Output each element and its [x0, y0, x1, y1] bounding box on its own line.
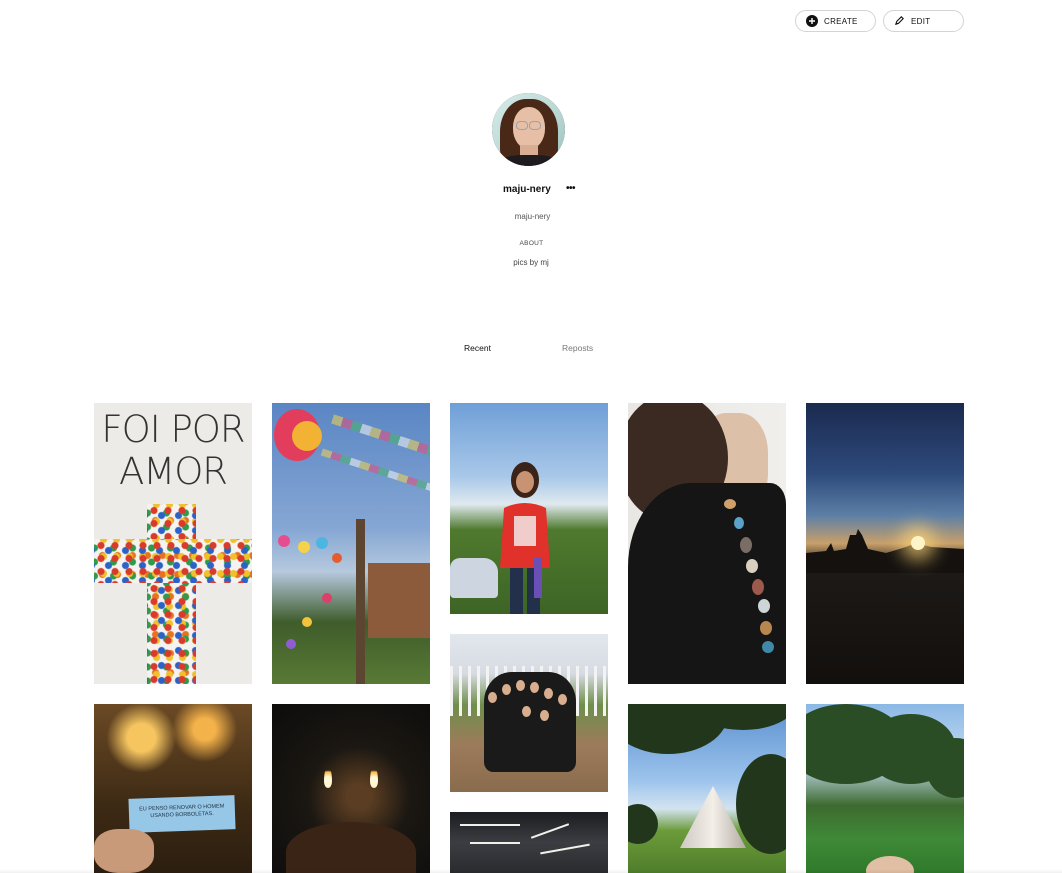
cross-shape — [147, 504, 196, 684]
post-image-lettering: FOI POR AMOR — [101, 408, 245, 493]
post-image[interactable] — [628, 704, 786, 873]
post-image[interactable]: EU PENSO RENOVAR O HOMEM USANDO BORBOLET… — [94, 704, 252, 873]
cross-shape — [94, 539, 252, 583]
sun-shape — [911, 536, 925, 550]
post-image[interactable] — [806, 403, 964, 684]
about-heading: ABOUT — [519, 240, 544, 247]
more-options-icon[interactable]: ••• — [566, 184, 576, 194]
create-button[interactable]: CREATE — [795, 10, 876, 32]
edit-button-label: EDIT — [911, 16, 931, 26]
about-text: pics by mj — [513, 258, 549, 267]
profile-name: maju-nery — [503, 184, 551, 195]
tab-recent[interactable]: Recent — [464, 343, 491, 353]
post-image[interactable] — [628, 403, 786, 684]
plus-icon — [806, 15, 818, 27]
edit-button[interactable]: EDIT — [883, 10, 964, 32]
tab-reposts[interactable]: Reposts — [562, 343, 593, 353]
post-image[interactable] — [450, 403, 608, 614]
pencil-icon — [894, 15, 905, 28]
post-image[interactable] — [272, 704, 430, 873]
profile-handle: maju-nery — [514, 212, 551, 221]
post-image-lettering: EU PENSO RENOVAR O HOMEM USANDO BORBOLET… — [139, 803, 225, 820]
post-image[interactable] — [806, 704, 964, 873]
post-image[interactable]: FOI POR AMOR — [94, 403, 252, 684]
post-image[interactable] — [450, 634, 608, 792]
post-image[interactable] — [450, 812, 608, 873]
create-button-label: CREATE — [824, 16, 858, 26]
post-image[interactable] — [272, 403, 430, 684]
avatar[interactable] — [492, 93, 565, 166]
